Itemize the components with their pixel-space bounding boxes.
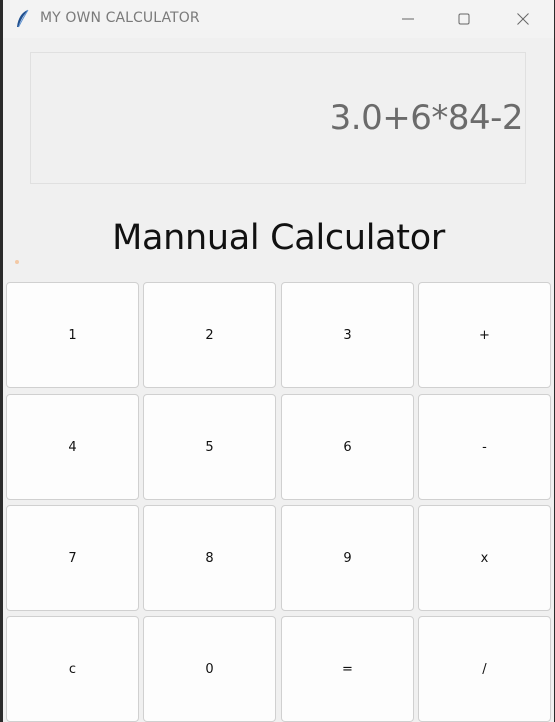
title-bar[interactable]: MY OWN CALCULATOR [3,0,554,38]
key-multiply[interactable]: x [418,505,551,611]
display-field[interactable]: 3.0+6*84-2 [30,52,526,184]
minimize-icon [402,18,414,20]
key-2[interactable]: 2 [143,282,276,388]
keypad: 1 2 3 + 4 5 6 - 7 8 9 x c 0 = / [6,282,554,722]
key-1[interactable]: 1 [6,282,139,388]
key-4[interactable]: 4 [6,394,139,500]
minimize-button[interactable] [385,0,431,38]
page-title: Mannual Calculator [112,218,445,258]
close-button[interactable] [500,0,546,38]
key-plus[interactable]: + [418,282,551,388]
decorative-dot [15,260,19,264]
key-minus[interactable]: - [418,394,551,500]
key-8[interactable]: 8 [143,505,276,611]
key-5[interactable]: 5 [143,394,276,500]
key-clear[interactable]: c [6,616,139,722]
key-6[interactable]: 6 [281,394,414,500]
window-title: MY OWN CALCULATOR [40,10,200,26]
key-divide[interactable]: / [418,616,551,722]
calculator-window: MY OWN CALCULATOR 3.0+6*84-2 Mannual Cal… [3,0,554,722]
key-0[interactable]: 0 [143,616,276,722]
key-9[interactable]: 9 [281,505,414,611]
display-expression: 3.0+6*84-2 [329,98,524,138]
maximize-button[interactable] [441,0,487,38]
key-equals[interactable]: = [281,616,414,722]
maximize-icon [458,13,470,25]
close-icon [517,13,529,25]
key-3[interactable]: 3 [281,282,414,388]
feather-icon [15,9,31,29]
key-7[interactable]: 7 [6,505,139,611]
